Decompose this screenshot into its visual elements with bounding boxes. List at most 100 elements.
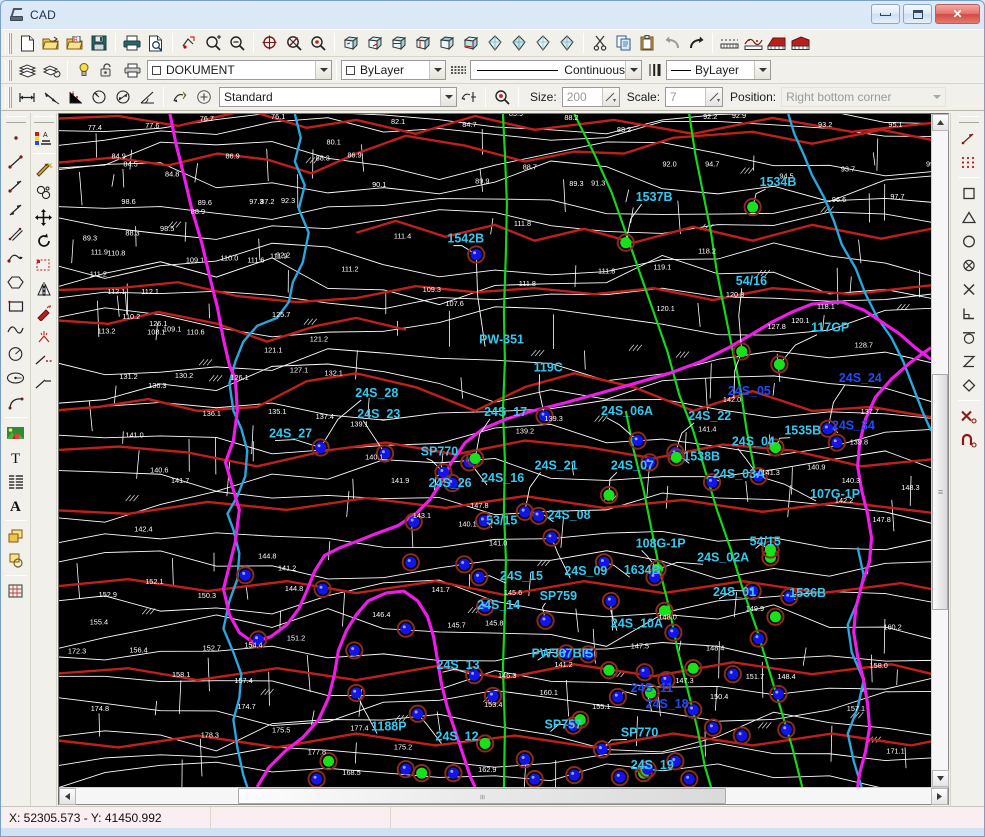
move-icon[interactable] bbox=[31, 205, 56, 229]
polygon-tool-icon[interactable] bbox=[3, 270, 28, 294]
dim-linear-icon[interactable] bbox=[15, 86, 39, 109]
copy-icon[interactable] bbox=[612, 32, 636, 55]
osnap-node-icon[interactable] bbox=[956, 253, 981, 277]
rectangle-tool-icon[interactable] bbox=[3, 294, 28, 318]
print-icon[interactable] bbox=[120, 32, 144, 55]
osnap-intersection-icon[interactable] bbox=[956, 277, 981, 301]
line-tool-icon[interactable] bbox=[3, 150, 28, 174]
layer-states-icon[interactable] bbox=[39, 59, 63, 82]
symbol-insert-icon[interactable] bbox=[490, 86, 514, 109]
chevron-down-icon[interactable] bbox=[625, 61, 641, 79]
trim-icon[interactable] bbox=[31, 349, 56, 373]
cad-drawing-canvas[interactable]: 77.4 77.6 76.7 76.1 80.1 82.1 84.7 85.9 88.2 88.2… bbox=[59, 114, 931, 787]
lightbulb-icon[interactable] bbox=[72, 59, 96, 82]
surface-red-2-icon[interactable] bbox=[789, 32, 813, 55]
osnap-midpoint-icon[interactable] bbox=[956, 205, 981, 229]
osnap-none-icon[interactable] bbox=[956, 404, 981, 428]
osnap-grid-icon[interactable] bbox=[956, 150, 981, 174]
text-single-icon[interactable]: T bbox=[3, 445, 28, 469]
scale-spinner[interactable] bbox=[705, 88, 723, 106]
circle-tool-icon[interactable] bbox=[3, 342, 28, 366]
position-combo[interactable]: Right bottom corner bbox=[781, 87, 947, 107]
view-iso-4-icon[interactable] bbox=[555, 32, 579, 55]
xline-tool-icon[interactable] bbox=[3, 198, 28, 222]
view-cube-5-icon[interactable] bbox=[435, 32, 459, 55]
view-cube-6-icon[interactable] bbox=[459, 32, 483, 55]
size-input[interactable]: 200 bbox=[561, 87, 620, 107]
view-cube-3-icon[interactable] bbox=[387, 32, 411, 55]
point-tool-icon[interactable] bbox=[3, 126, 28, 150]
spline-tool-icon[interactable] bbox=[3, 318, 28, 342]
zoom-window-icon[interactable] bbox=[177, 32, 201, 55]
canvas-vertical-scrollbar[interactable]: ≡ bbox=[931, 114, 949, 787]
scroll-left-button[interactable] bbox=[59, 788, 76, 805]
arc-tool-icon[interactable] bbox=[3, 390, 28, 414]
dimension-style-combo[interactable]: Standard bbox=[219, 87, 457, 107]
rotate-icon[interactable] bbox=[31, 229, 56, 253]
save-floppy-icon[interactable] bbox=[87, 32, 111, 55]
zoom-previous-icon[interactable] bbox=[282, 32, 306, 55]
tolerance-icon[interactable] bbox=[192, 86, 216, 109]
multiline-tool-icon[interactable] bbox=[3, 222, 28, 246]
text-multiline-icon[interactable] bbox=[3, 469, 28, 493]
scroll-up-button[interactable] bbox=[932, 114, 949, 131]
mirror-icon[interactable] bbox=[31, 277, 56, 301]
toolbar-grip[interactable] bbox=[33, 116, 54, 123]
chevron-down-icon[interactable] bbox=[440, 88, 456, 106]
paste-icon[interactable] bbox=[636, 32, 660, 55]
osnap-nearest-icon[interactable] bbox=[956, 349, 981, 373]
layer-combo[interactable]: DOKUMENT bbox=[147, 60, 332, 80]
zoom-scale-icon[interactable] bbox=[201, 32, 225, 55]
vertical-scroll-track[interactable]: ≡ bbox=[932, 131, 948, 770]
erase-icon[interactable] bbox=[31, 301, 56, 325]
osnap-perpendicular-icon[interactable] bbox=[956, 301, 981, 325]
scroll-right-button[interactable] bbox=[931, 788, 948, 805]
extend-icon[interactable] bbox=[31, 373, 56, 397]
dim-diameter-icon[interactable] bbox=[111, 86, 135, 109]
view-cube-4-icon[interactable] bbox=[411, 32, 435, 55]
view-cube-1-icon[interactable] bbox=[339, 32, 363, 55]
plot-printer-icon[interactable] bbox=[120, 59, 144, 82]
dim-radius-icon[interactable] bbox=[87, 86, 111, 109]
zoom-out-icon[interactable] bbox=[225, 32, 249, 55]
undo-icon[interactable] bbox=[660, 32, 684, 55]
dim-style-edit-icon[interactable] bbox=[457, 86, 481, 109]
osnap-quadrant-icon[interactable] bbox=[956, 373, 981, 397]
toolbar-grip[interactable] bbox=[5, 32, 12, 54]
osnap-tracking-icon[interactable] bbox=[956, 126, 981, 150]
toolbar-grip[interactable] bbox=[5, 59, 12, 81]
linetype-icon[interactable] bbox=[446, 59, 470, 82]
unlock-icon[interactable] bbox=[96, 59, 120, 82]
osnap-settings-icon[interactable] bbox=[956, 428, 981, 452]
color-palette-icon[interactable]: A bbox=[31, 126, 56, 150]
chevron-down-icon[interactable] bbox=[754, 61, 770, 79]
maximize-button[interactable] bbox=[903, 4, 932, 24]
close-button[interactable]: ✕ bbox=[935, 4, 980, 24]
lineweight-icon[interactable] bbox=[642, 59, 666, 82]
insert-image-icon[interactable] bbox=[3, 421, 28, 445]
zoom-in-icon[interactable] bbox=[306, 32, 330, 55]
horizontal-scroll-thumb[interactable]: ≡ bbox=[238, 788, 726, 804]
points-row-icon[interactable] bbox=[717, 32, 741, 55]
lineweight-combo[interactable]: ByLayer bbox=[666, 60, 771, 80]
print-preview-icon[interactable] bbox=[144, 32, 168, 55]
polyline-tool-icon[interactable] bbox=[3, 246, 28, 270]
view-iso-1-icon[interactable] bbox=[483, 32, 507, 55]
osnap-center-icon[interactable] bbox=[956, 229, 981, 253]
view-iso-3-icon[interactable] bbox=[531, 32, 555, 55]
canvas-horizontal-scrollbar[interactable]: ≡ bbox=[59, 787, 948, 805]
spline-points-icon[interactable] bbox=[741, 32, 765, 55]
block-make-icon[interactable] bbox=[3, 524, 28, 548]
view-iso-2-icon[interactable] bbox=[507, 32, 531, 55]
osnap-endpoint-icon[interactable] bbox=[956, 181, 981, 205]
new-file-icon[interactable] bbox=[15, 32, 39, 55]
cut-scissors-icon[interactable] bbox=[588, 32, 612, 55]
chevron-down-icon[interactable] bbox=[429, 61, 445, 79]
redo-icon[interactable] bbox=[684, 32, 708, 55]
ellipse-tool-icon[interactable] bbox=[3, 366, 28, 390]
surface-red-1-icon[interactable] bbox=[765, 32, 789, 55]
ray-tool-icon[interactable] bbox=[3, 174, 28, 198]
toolbar-grip[interactable] bbox=[5, 116, 26, 123]
dim-angular-icon[interactable] bbox=[135, 86, 159, 109]
linetype-combo[interactable]: Continuous bbox=[470, 60, 642, 80]
